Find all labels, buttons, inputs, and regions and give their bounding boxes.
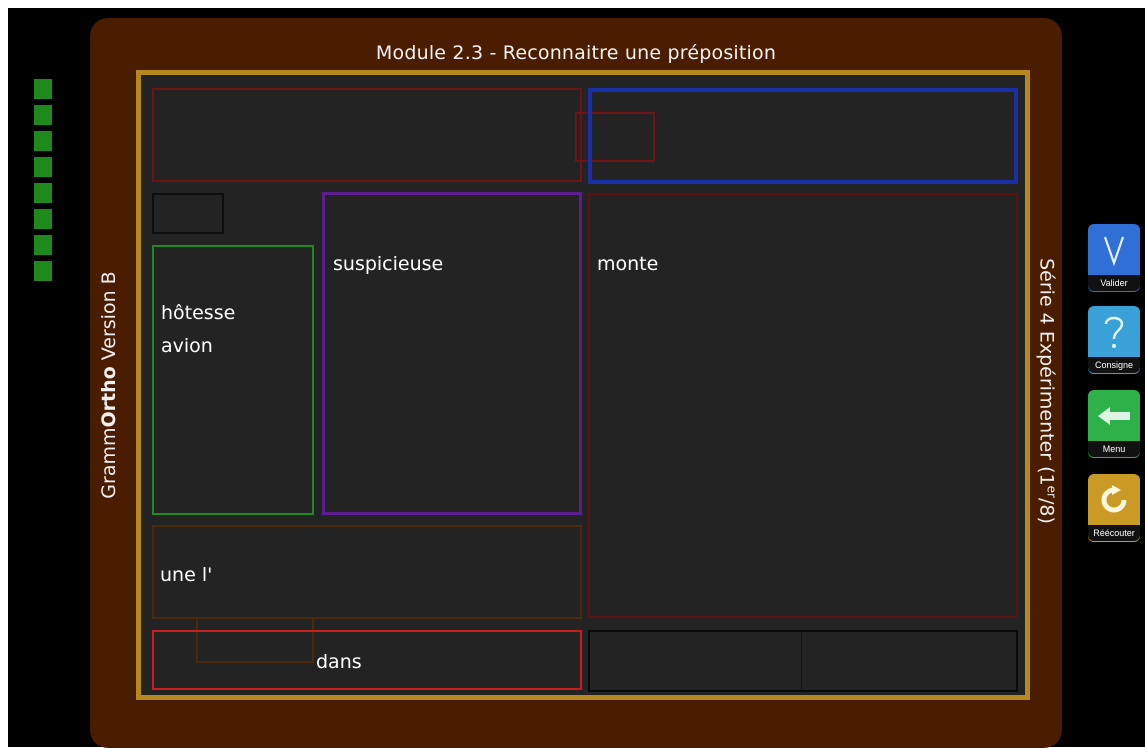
progress-step: [34, 105, 52, 125]
word-card-une-l[interactable]: [152, 525, 582, 619]
sentence-slot-subject[interactable]: [152, 88, 582, 182]
word-hotesse: hôtesse: [161, 302, 236, 324]
series-sup: er: [1044, 485, 1059, 498]
progress-step: [34, 235, 52, 255]
word-une-l: une l': [160, 564, 213, 586]
menu-label: Menu: [1088, 441, 1140, 457]
reecouter-label: Réécouter: [1088, 525, 1140, 541]
sentence-slot-target[interactable]: [588, 88, 1018, 184]
series-suffix: /8): [1035, 497, 1058, 524]
progress-step: [34, 261, 52, 281]
empty-small-slot[interactable]: [152, 193, 224, 234]
brand-prefix: Gramm: [98, 427, 120, 499]
version-label: Version B: [98, 271, 120, 367]
progress-step: [34, 183, 52, 203]
word-card-hotesse-avion[interactable]: [152, 245, 314, 515]
word-monte: monte: [597, 253, 659, 275]
replay-icon: [1088, 474, 1140, 526]
word-avion: avion: [161, 335, 213, 357]
valider-label: Valider: [1088, 275, 1140, 291]
consigne-button[interactable]: Consigne: [1088, 306, 1140, 374]
reecouter-button[interactable]: Réécouter: [1088, 474, 1140, 542]
brand-bold: Ortho: [98, 366, 120, 428]
progress-step: [34, 131, 52, 151]
question-icon: [1088, 306, 1140, 358]
consigne-label: Consigne: [1088, 357, 1140, 373]
arrow-left-icon: [1088, 390, 1140, 442]
series-label: Série 4 Expérimenter (1er/8): [1035, 258, 1058, 524]
progress-step: [34, 79, 52, 99]
empty-slot-divider: [801, 632, 802, 690]
word-suspicieuse: suspicieuse: [333, 253, 444, 275]
app-brand-label: GrammOrtho Version B: [98, 271, 120, 498]
progress-indicator: [34, 79, 52, 287]
empty-slot-bottom[interactable]: [588, 630, 1018, 692]
word-card-suspicieuse[interactable]: [322, 192, 582, 515]
progress-step: [34, 157, 52, 177]
check-v-icon: [1088, 224, 1140, 276]
progress-step: [34, 209, 52, 229]
word-dans: dans: [316, 651, 362, 673]
valider-button[interactable]: Valider: [1088, 224, 1140, 292]
word-card-dans[interactable]: [152, 630, 582, 690]
series-text: Série 4 Expérimenter (1: [1035, 258, 1058, 486]
module-title: Module 2.3 - Reconnaitre une préposition: [375, 42, 777, 64]
menu-button[interactable]: Menu: [1088, 390, 1140, 458]
